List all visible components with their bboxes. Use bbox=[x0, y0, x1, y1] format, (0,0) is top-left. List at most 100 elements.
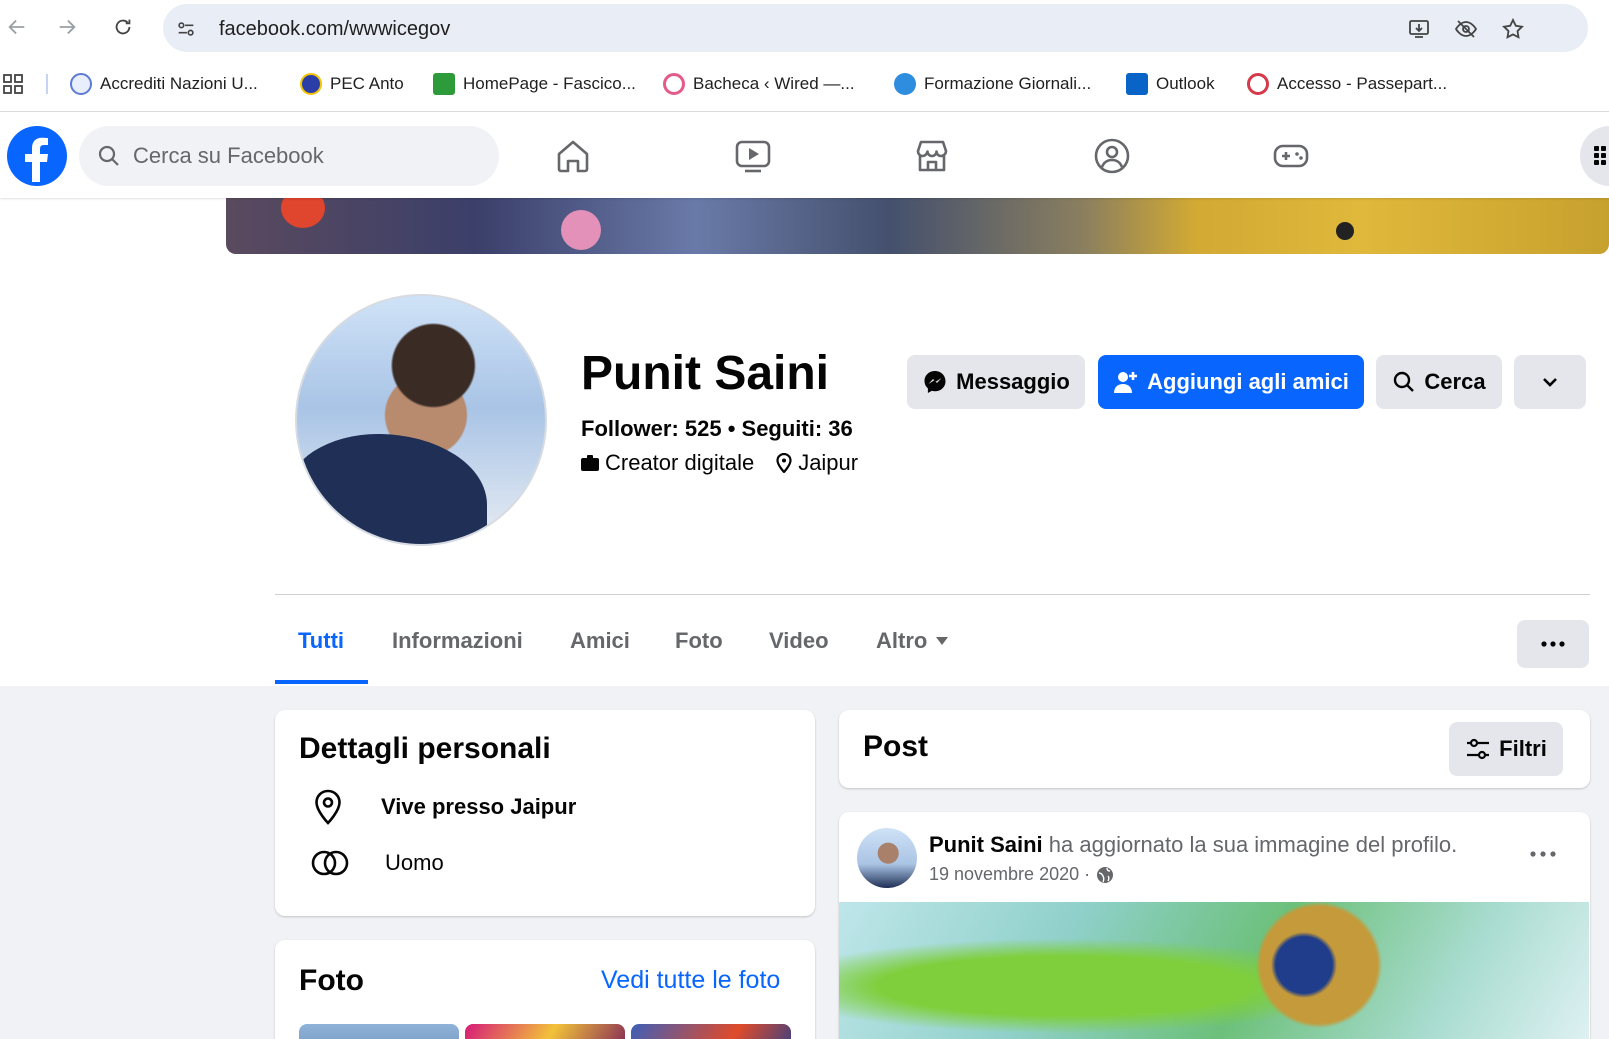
briefcase-icon bbox=[581, 455, 599, 471]
more-options-button[interactable] bbox=[1514, 355, 1586, 409]
install-app-icon[interactable] bbox=[1406, 16, 1432, 42]
tab-foto[interactable]: Foto bbox=[675, 600, 723, 682]
more-dots-icon bbox=[1530, 851, 1556, 857]
see-all-photos-link[interactable]: Vedi tutte le foto bbox=[601, 966, 780, 995]
passepartout-icon bbox=[1247, 73, 1269, 95]
apps-grid-icon[interactable] bbox=[2, 70, 24, 98]
posts-header-card: Post Filtri bbox=[839, 710, 1590, 788]
facebook-search[interactable] bbox=[79, 126, 499, 186]
photo-thumbnail[interactable] bbox=[465, 1024, 625, 1039]
search-icon bbox=[1394, 371, 1415, 392]
profile-more-button[interactable] bbox=[1517, 620, 1589, 668]
bookmark-wired[interactable]: Bacheca ‹ Wired —... bbox=[663, 70, 855, 98]
pec-icon bbox=[300, 73, 322, 95]
bookmark-passepartout[interactable]: Accesso - Passepart... bbox=[1247, 70, 1447, 98]
forward-arrow-icon bbox=[59, 19, 76, 35]
menu-grid-button[interactable] bbox=[1580, 126, 1609, 186]
personal-details-title: Dettagli personali bbox=[299, 732, 551, 765]
photo-thumbnail[interactable] bbox=[631, 1024, 791, 1039]
location-pin-icon bbox=[776, 453, 792, 473]
search-input[interactable] bbox=[133, 126, 483, 186]
bookmark-separator bbox=[46, 74, 48, 94]
home-tab[interactable] bbox=[551, 134, 595, 178]
add-friend-icon bbox=[1114, 372, 1138, 393]
wired-icon bbox=[663, 73, 685, 95]
bookmarks-bar: Accrediti Nazioni U... PEC Anto HomePage… bbox=[0, 64, 1609, 104]
tab-video[interactable]: Video bbox=[769, 600, 829, 682]
groups-icon bbox=[1094, 138, 1130, 174]
formazione-icon bbox=[894, 73, 916, 95]
cover-decoration bbox=[1336, 222, 1354, 240]
back-button[interactable] bbox=[0, 10, 34, 44]
post-date-row: 19 novembre 2020 · bbox=[929, 864, 1114, 885]
photo-thumbnail[interactable] bbox=[299, 1024, 459, 1039]
facebook-logo-icon[interactable] bbox=[7, 126, 67, 186]
un-icon bbox=[70, 73, 92, 95]
address-bar[interactable]: facebook.com/wwwicegov bbox=[163, 4, 1588, 52]
home-icon bbox=[557, 140, 589, 173]
tab-altro[interactable]: Altro bbox=[876, 600, 949, 682]
profile-search-button[interactable]: Cerca bbox=[1376, 355, 1502, 409]
fascicolo-icon bbox=[433, 73, 455, 95]
message-button[interactable]: Messaggio bbox=[907, 355, 1085, 409]
url-text[interactable]: facebook.com/wwwicegov bbox=[219, 18, 450, 41]
profile-picture[interactable] bbox=[295, 294, 547, 546]
post-card: Punit Saini ha aggiornato la sua immagin… bbox=[839, 812, 1590, 1039]
groups-tab[interactable] bbox=[1090, 134, 1134, 178]
messenger-icon bbox=[924, 371, 946, 393]
gender-rings-icon bbox=[311, 850, 349, 876]
location-pin-icon bbox=[315, 789, 341, 825]
filter-button[interactable]: Filtri bbox=[1449, 722, 1563, 776]
post-options-button[interactable] bbox=[1523, 840, 1563, 868]
post-date[interactable]: 19 novembre 2020 · bbox=[929, 864, 1090, 885]
bookmark-formazione[interactable]: Formazione Giornali... bbox=[894, 70, 1091, 98]
profile-stats[interactable]: Follower: 525 • Seguiti: 36 bbox=[581, 416, 853, 442]
caret-down-icon bbox=[936, 637, 949, 645]
bookmark-accrediti[interactable]: Accrediti Nazioni U... bbox=[70, 70, 258, 98]
eye-slash-icon[interactable] bbox=[1453, 16, 1479, 42]
add-friend-button[interactable]: Aggiungi agli amici bbox=[1098, 355, 1364, 409]
tab-amici[interactable]: Amici bbox=[570, 600, 630, 682]
bookmark-outlook[interactable]: Outlook bbox=[1126, 70, 1215, 98]
personal-details-card: Dettagli personali Vive presso Jaipur Uo… bbox=[275, 710, 815, 916]
post-action: ha aggiornato la sua immagine del profil… bbox=[1042, 832, 1458, 857]
cover-decoration bbox=[281, 198, 325, 228]
game-controller-icon bbox=[1273, 144, 1309, 168]
gaming-tab[interactable] bbox=[1269, 134, 1313, 178]
tab-tutti[interactable]: Tutti bbox=[298, 600, 344, 682]
cover-decoration bbox=[561, 210, 601, 250]
marketplace-tab[interactable] bbox=[910, 134, 954, 178]
post-image[interactable] bbox=[839, 902, 1589, 1039]
cover-photo[interactable] bbox=[226, 198, 1609, 254]
post-author[interactable]: Punit Saini bbox=[929, 832, 1043, 857]
category-item: Creator digitale bbox=[581, 450, 754, 476]
site-settings-icon[interactable] bbox=[173, 16, 199, 42]
more-dots-icon bbox=[1541, 641, 1565, 647]
video-tab[interactable] bbox=[731, 134, 775, 178]
profile-meta: Creator digitale Jaipur bbox=[581, 450, 858, 476]
active-tab-indicator bbox=[275, 680, 368, 684]
tab-informazioni[interactable]: Informazioni bbox=[392, 600, 523, 682]
facebook-header bbox=[0, 112, 1609, 198]
location-item: Jaipur bbox=[776, 450, 858, 476]
posts-title: Post bbox=[863, 730, 929, 763]
post-header: Punit Saini ha aggiornato la sua immagin… bbox=[929, 832, 1457, 858]
browser-chrome: facebook.com/wwwicegov Accrediti Nazioni… bbox=[0, 0, 1609, 112]
profile-name: Punit Saini bbox=[581, 347, 830, 400]
reload-button[interactable] bbox=[106, 10, 140, 44]
forward-button[interactable] bbox=[50, 10, 84, 44]
video-icon bbox=[735, 140, 771, 173]
bookmark-pec[interactable]: PEC Anto bbox=[300, 70, 404, 98]
outlook-icon bbox=[1126, 73, 1148, 95]
marketplace-icon bbox=[916, 140, 948, 172]
reload-icon bbox=[115, 19, 131, 35]
filter-sliders-icon bbox=[1467, 738, 1490, 760]
bookmark-star-icon[interactable] bbox=[1500, 16, 1526, 42]
menu-grid-icon bbox=[1594, 146, 1606, 165]
post-author-avatar[interactable] bbox=[857, 828, 917, 888]
detail-gender: Uomo bbox=[311, 848, 444, 878]
bookmark-fascicolo[interactable]: HomePage - Fascico... bbox=[433, 70, 636, 98]
profile-header: Punit Saini Follower: 525 • Seguiti: 36 … bbox=[0, 198, 1609, 686]
profile-divider bbox=[275, 594, 1590, 595]
back-arrow-icon bbox=[8, 19, 25, 35]
